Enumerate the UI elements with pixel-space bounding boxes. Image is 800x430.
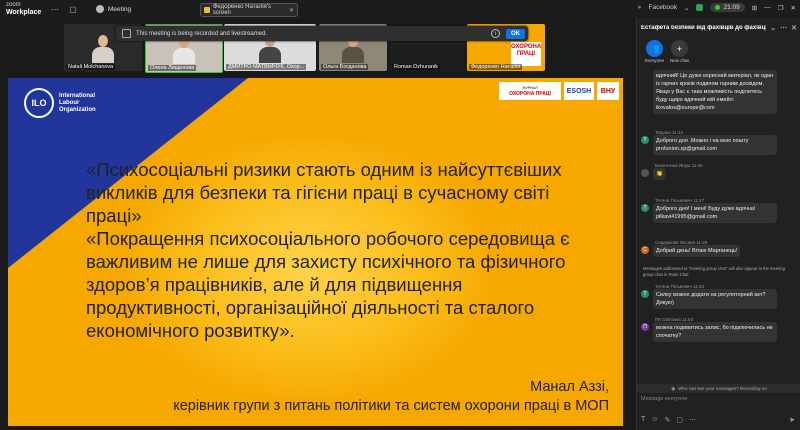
recording-timer[interactable]: 21:09	[710, 3, 745, 12]
info-icon[interactable]: i	[491, 29, 500, 38]
quote-first: «Психосоціальні ризики стають одним із н…	[86, 159, 562, 226]
visibility-notice[interactable]: ◉ Who can see your messages? Recording o…	[637, 384, 800, 393]
author-name: Манал Аззі,	[530, 379, 609, 395]
grid-icon[interactable]: ⊞	[752, 4, 757, 12]
title-bar: zoom Workplace ⋯ ▢ Meeting Федоренко Нат…	[0, 0, 800, 18]
more-icon[interactable]: ⋯	[780, 24, 787, 32]
participant-video	[92, 35, 114, 63]
composer-tools: T ☺ ✎ ▢ ⋯	[641, 416, 696, 424]
minimize-icon[interactable]: —	[764, 4, 771, 11]
ok-button[interactable]: OK	[506, 28, 525, 39]
quote-second: «Покращення психосоціального робочого се…	[86, 228, 570, 341]
status-dot-icon	[715, 5, 721, 10]
slide-quote: «Психосоціальні ризики стають одним із н…	[86, 158, 586, 342]
reaction-icon[interactable]: ✎	[664, 416, 670, 424]
chevron-icon[interactable]: ▢	[68, 4, 78, 14]
ilo-logo: ILO International Labour Organization	[24, 88, 96, 118]
facebook-label[interactable]: Facebook	[648, 4, 677, 11]
chat-messages[interactable]: вдячний! Це дуже корисний матеріал, як о…	[637, 70, 800, 370]
chat-title: Естафета безпеки від фахівців до фахівці…	[641, 25, 767, 31]
people-icon: 👥	[646, 40, 663, 57]
meeting-icon	[96, 5, 104, 13]
message-composer[interactable]: Message everyone T ☺ ✎ ▢ ⋯ ➤	[641, 396, 797, 426]
chevron-down-icon[interactable]: ⌄	[770, 24, 776, 32]
shared-screen-slide: ILO International Labour Organization ЖУ…	[8, 78, 623, 426]
meeting-tab[interactable]: Meeting	[96, 5, 131, 13]
avatar: П	[641, 323, 649, 331]
close-icon[interactable]: ✕	[791, 24, 797, 32]
eye-icon: ◉	[671, 385, 676, 391]
author-role: керівник групи з питань політики та сист…	[173, 398, 609, 414]
chevron-down-icon[interactable]: ⌄	[684, 4, 689, 12]
title-bar-right: ● Facebook ⌄ 21:09 ⊞ — ❐ ✕	[638, 3, 796, 12]
screen-share-tab[interactable]: Федоренко Наталія's screen ✕	[200, 3, 298, 17]
plus-icon: +	[670, 40, 688, 57]
ilo-emblem-icon: ILO	[24, 88, 54, 118]
send-icon[interactable]: ➤	[789, 416, 795, 424]
chat-message: Тетяна Пільвевич 11:53 T Силку можно дод…	[641, 284, 797, 309]
avatar: T	[641, 204, 649, 212]
close-icon[interactable]: ✕	[289, 7, 294, 14]
chat-message: Tatyana 11:44 T Доброго дня .Можно і на …	[641, 130, 797, 155]
attach-icon[interactable]: ▢	[676, 416, 683, 424]
chat-panel: Естафета безпеки від фахівців до фахівці…	[636, 18, 800, 430]
avatar	[641, 169, 649, 177]
close-window-icon[interactable]: ✕	[791, 4, 796, 12]
chat-header: Естафета безпеки від фахівців до фахівці…	[637, 18, 800, 38]
share-icon	[204, 7, 210, 13]
record-icon	[122, 29, 131, 38]
ohorona-pratsi-logo: ЖУРНАЛ ОХОРОНА ПРАЦІ	[499, 82, 561, 100]
avatar: T	[641, 136, 649, 144]
avatar: С	[641, 246, 649, 254]
chat-recipients: 👥 Everyone + New chat	[637, 38, 800, 65]
shield-icon	[696, 4, 704, 11]
more-icon[interactable]: ⋯	[50, 4, 60, 14]
zoom-logo: zoom Workplace	[6, 2, 42, 16]
quote-attribution: Манал Аззі, керівник групи з питань полі…	[173, 378, 609, 416]
format-icon[interactable]: T	[641, 416, 645, 424]
facebook-icon: ●	[637, 4, 642, 11]
chat-message: Тетяна Пільвевич 11:47 T Доброго дня! І …	[641, 198, 797, 223]
more-icon[interactable]: ⋯	[689, 416, 696, 424]
system-notice: Messages addressed to "meeting group cha…	[643, 266, 785, 277]
chat-message: Сердюкова Оксана 11:49 С Добрий день! Ві…	[641, 240, 797, 257]
avatar: T	[641, 290, 649, 298]
recording-notice: This meeting is being recorded and lives…	[116, 26, 528, 41]
maximize-icon[interactable]: ❐	[778, 4, 784, 12]
chat-message: Валентина Януш 11:46 👏	[641, 163, 797, 180]
journal-logo-icon: ОХОРОНА ПРАЦІ	[511, 42, 541, 66]
chat-message: ПК Світлана 11:54 П можна подивитись зап…	[641, 317, 797, 342]
partner-logos: ЖУРНАЛ ОХОРОНА ПРАЦІ ESOSH ВНУ	[499, 82, 619, 100]
chat-message: вдячний! Це дуже корисний матеріал, як о…	[641, 70, 797, 114]
emoji-icon[interactable]: ☺	[651, 416, 658, 424]
esosh-logo: ESOSH	[564, 82, 594, 100]
new-chat[interactable]: + New chat	[670, 40, 689, 63]
vnu-logo: ВНУ	[597, 82, 619, 100]
message-input[interactable]: Message everyone	[641, 396, 797, 402]
everyone-chat[interactable]: 👥 Everyone	[645, 40, 664, 63]
